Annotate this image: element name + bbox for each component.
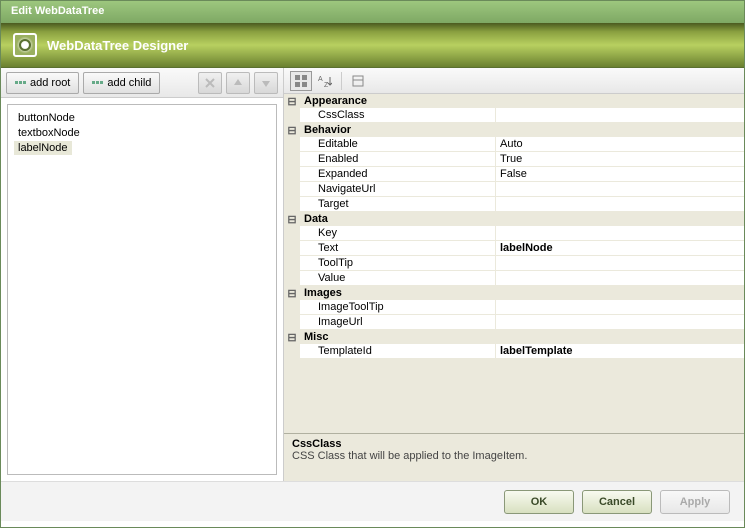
tree-item[interactable]: buttonNode	[14, 111, 79, 125]
collapse-icon[interactable]: ⊟	[284, 123, 300, 137]
property-name: Enabled	[300, 152, 495, 166]
property-value[interactable]	[495, 197, 744, 211]
property-row[interactable]: CssClass	[284, 108, 744, 123]
category-name: Images	[300, 286, 744, 300]
property-value[interactable]	[495, 182, 744, 196]
add-root-button[interactable]: add root	[6, 72, 79, 94]
property-row[interactable]: Target	[284, 197, 744, 212]
property-category[interactable]: ⊟Images	[284, 286, 744, 300]
move-up-button[interactable]	[226, 72, 250, 94]
arrow-down-icon	[260, 77, 272, 89]
property-name: Expanded	[300, 167, 495, 181]
categorized-button[interactable]	[290, 71, 312, 91]
left-panel: add root add child buttonNodetextboxNode…	[1, 68, 284, 481]
window-title: Edit WebDataTree	[11, 5, 104, 17]
delete-button[interactable]	[198, 72, 222, 94]
designer-banner: WebDataTree Designer	[1, 23, 744, 68]
collapse-icon[interactable]: ⊟	[284, 286, 300, 300]
right-panel: AZ ⊟AppearanceCssClass⊟BehaviorEditableA…	[284, 68, 744, 481]
property-name: Target	[300, 197, 495, 211]
ok-button[interactable]: OK	[504, 490, 574, 514]
titlebar[interactable]: Edit WebDataTree	[1, 1, 744, 23]
property-row[interactable]: ExpandedFalse	[284, 167, 744, 182]
property-category[interactable]: ⊟Behavior	[284, 123, 744, 137]
category-name: Appearance	[300, 94, 744, 108]
add-root-label: add root	[30, 77, 70, 89]
category-name: Misc	[300, 330, 744, 344]
add-root-icon	[15, 81, 26, 84]
property-name: TemplateId	[300, 344, 495, 358]
property-value[interactable]	[495, 256, 744, 270]
property-value[interactable]	[495, 226, 744, 240]
property-name: ImageToolTip	[300, 300, 495, 314]
property-row[interactable]: ImageToolTip	[284, 300, 744, 315]
property-category[interactable]: ⊟Data	[284, 212, 744, 226]
property-name: ImageUrl	[300, 315, 495, 329]
property-pages-icon	[351, 74, 365, 88]
property-description: CssClass CSS Class that will be applied …	[284, 433, 744, 481]
property-toolbar: AZ	[284, 68, 744, 94]
dialog-footer: OK Cancel Apply	[1, 481, 744, 521]
property-value[interactable]: Auto	[495, 137, 744, 151]
arrow-up-icon	[232, 77, 244, 89]
property-row[interactable]: ImageUrl	[284, 315, 744, 330]
property-grid[interactable]: ⊟AppearanceCssClass⊟BehaviorEditableAuto…	[284, 94, 744, 433]
svg-text:A: A	[318, 76, 323, 83]
property-value[interactable]: labelTemplate	[495, 344, 744, 358]
property-value[interactable]	[495, 108, 744, 122]
description-text: CSS Class that will be applied to the Im…	[292, 450, 736, 462]
property-name: Editable	[300, 137, 495, 151]
property-name: CssClass	[300, 108, 495, 122]
category-name: Data	[300, 212, 744, 226]
apply-button[interactable]: Apply	[660, 490, 730, 514]
property-value[interactable]	[495, 271, 744, 285]
property-pages-button[interactable]	[347, 71, 369, 91]
cancel-button[interactable]: Cancel	[582, 490, 652, 514]
property-value[interactable]: True	[495, 152, 744, 166]
property-row[interactable]: ToolTip	[284, 256, 744, 271]
add-child-label: add child	[107, 77, 151, 89]
property-name: Text	[300, 241, 495, 255]
property-name: Value	[300, 271, 495, 285]
property-row[interactable]: TemplateIdlabelTemplate	[284, 344, 744, 359]
tree-item[interactable]: labelNode	[14, 141, 72, 155]
property-category[interactable]: ⊟Appearance	[284, 94, 744, 108]
banner-title: WebDataTree Designer	[47, 38, 188, 53]
dialog-window: Edit WebDataTree WebDataTree Designer ad…	[0, 0, 745, 528]
category-name: Behavior	[300, 123, 744, 137]
property-value[interactable]: False	[495, 167, 744, 181]
property-name: ToolTip	[300, 256, 495, 270]
property-row[interactable]: EditableAuto	[284, 137, 744, 152]
property-value[interactable]: labelNode	[495, 241, 744, 255]
node-tree[interactable]: buttonNodetextboxNodelabelNode	[7, 104, 277, 475]
property-row[interactable]: NavigateUrl	[284, 182, 744, 197]
property-value[interactable]	[495, 300, 744, 314]
categorized-icon	[294, 74, 308, 88]
content-area: add root add child buttonNodetextboxNode…	[1, 68, 744, 481]
description-title: CssClass	[292, 438, 736, 450]
property-row[interactable]: Value	[284, 271, 744, 286]
property-row[interactable]: TextlabelNode	[284, 241, 744, 256]
tree-item[interactable]: textboxNode	[14, 126, 84, 140]
property-value[interactable]	[495, 315, 744, 329]
property-row[interactable]: Key	[284, 226, 744, 241]
delete-icon	[204, 77, 216, 89]
move-down-button[interactable]	[254, 72, 278, 94]
alphabetical-button[interactable]: AZ	[314, 71, 336, 91]
collapse-icon[interactable]: ⊟	[284, 94, 300, 108]
collapse-icon[interactable]: ⊟	[284, 212, 300, 226]
collapse-icon[interactable]: ⊟	[284, 330, 300, 344]
property-category[interactable]: ⊟Misc	[284, 330, 744, 344]
property-name: NavigateUrl	[300, 182, 495, 196]
add-child-button[interactable]: add child	[83, 72, 160, 94]
property-name: Key	[300, 226, 495, 240]
property-row[interactable]: EnabledTrue	[284, 152, 744, 167]
designer-icon	[13, 33, 37, 57]
tree-toolbar: add root add child	[1, 68, 283, 98]
alphabetical-icon: AZ	[318, 74, 332, 88]
add-child-icon	[92, 81, 103, 84]
